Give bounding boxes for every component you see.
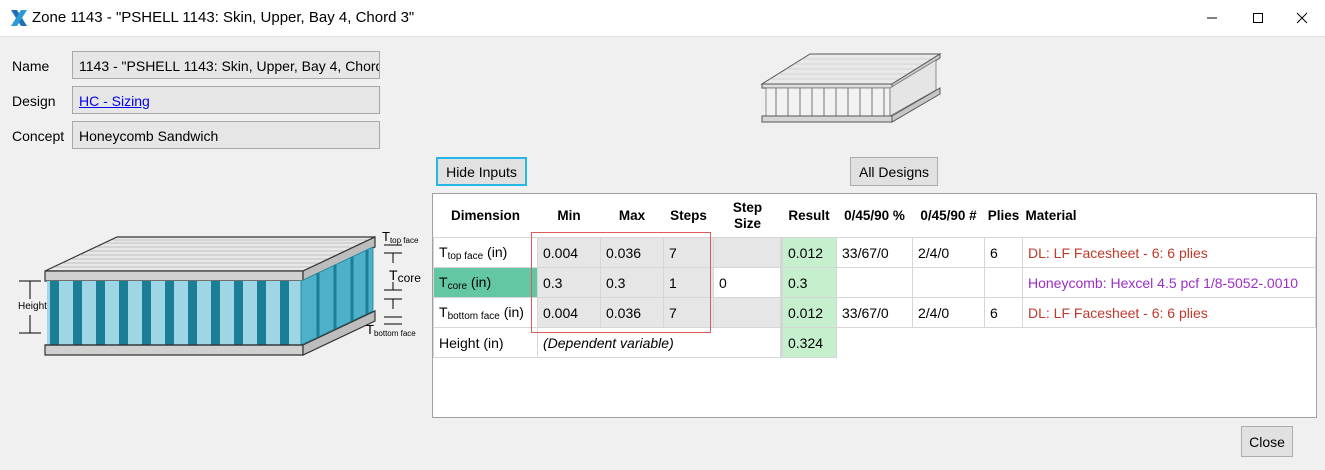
hide-inputs-button[interactable]: Hide Inputs — [436, 157, 527, 186]
count-cell: 2/4/0 — [912, 297, 985, 328]
concept-label: Concept — [12, 128, 65, 144]
table-row: Ttop face (in) 0.004 0.036 7 0.012 33/67… — [433, 237, 1316, 268]
col-material[interactable]: Material — [1023, 194, 1316, 238]
percent-cell: 33/67/0 — [836, 237, 913, 268]
dimension-table: Dimension Min Max Steps Step Size Result … — [433, 194, 1316, 358]
percent-cell — [836, 267, 913, 298]
step-size-line1: Step — [732, 199, 763, 215]
t-letter: T — [382, 229, 390, 244]
design-field: HC - Sizing — [72, 86, 380, 114]
col-count[interactable]: 0/45/90 # — [913, 194, 985, 238]
honeycomb-sandwich-diagram — [19, 236, 402, 356]
step-size-cell[interactable] — [713, 297, 783, 328]
max-cell[interactable]: 0.036 — [600, 237, 664, 268]
height-label-cell: Height (in) — [433, 327, 538, 358]
plies-cell: 6 — [984, 237, 1023, 268]
name-label: Name — [12, 58, 50, 74]
close-window-button[interactable] — [1279, 0, 1325, 36]
material-cell[interactable]: DL: LF Facesheet - 6: 6 plies — [1022, 237, 1316, 268]
table-header-row: Dimension Min Max Steps Step Size Result … — [434, 194, 1316, 238]
height-dimension-label: Height — [18, 301, 47, 312]
minimize-icon — [1207, 17, 1217, 19]
steps-cell[interactable]: 7 — [663, 297, 714, 328]
design-label: Design — [12, 93, 56, 109]
result-cell: 0.012 — [781, 237, 837, 268]
result-cell: 0.3 — [781, 267, 837, 298]
col-max[interactable]: Max — [601, 194, 664, 238]
empty-cell — [837, 328, 1316, 358]
t-letter: T — [389, 267, 398, 283]
all-designs-button[interactable]: All Designs — [850, 157, 938, 186]
height-result-cell: 0.324 — [781, 327, 837, 358]
close-button[interactable]: Close — [1241, 426, 1293, 457]
dimension-cell[interactable]: Tbottom face (in) — [433, 297, 538, 328]
dimension-unit: (in) — [483, 243, 508, 260]
height-row: Height (in) (Dependent variable) 0.324 — [433, 327, 1316, 358]
sandwich-panel-thumbnail — [760, 53, 942, 123]
dimension-subscript: bottom face — [447, 310, 500, 322]
concept-field[interactable]: Honeycomb Sandwich — [72, 121, 380, 149]
count-cell: 2/4/0 — [912, 237, 985, 268]
t-top-face-label: Ttop face — [382, 229, 418, 245]
maximize-button[interactable] — [1235, 0, 1281, 36]
material-cell[interactable]: DL: LF Facesheet - 6: 6 plies — [1022, 297, 1316, 328]
title-bar: Zone 1143 - "PSHELL 1143: Skin, Upper, B… — [0, 0, 1325, 37]
col-percent[interactable]: 0/45/90 % — [837, 194, 913, 238]
step-size-cell[interactable]: 0 — [713, 267, 783, 298]
col-step-size[interactable]: Step Size — [714, 194, 782, 238]
t-bottom-face-label: Tbottom face — [366, 322, 416, 338]
minimize-button[interactable] — [1189, 0, 1235, 36]
dependent-variable-cell: (Dependent variable) — [537, 327, 783, 358]
t-letter: T — [366, 322, 374, 337]
t-core-label: Tcore — [389, 267, 421, 285]
dimension-cell[interactable]: Ttop face (in) — [433, 237, 538, 268]
dimension-subscript: top face — [447, 250, 484, 262]
table-row: Tcore (in) 0.3 0.3 1 0 0.3 Honeycomb: He… — [433, 267, 1316, 298]
bottom-face-subscript: bottom face — [373, 329, 416, 338]
count-cell — [912, 267, 985, 298]
material-cell[interactable]: Honeycomb: Hexcel 4.5 pcf 1/8-5052-.0010 — [1022, 267, 1316, 298]
max-cell[interactable]: 0.036 — [600, 297, 664, 328]
col-min[interactable]: Min — [538, 194, 601, 238]
max-cell[interactable]: 0.3 — [600, 267, 664, 298]
x-logo-icon — [11, 10, 27, 26]
step-size-line2: Size — [733, 215, 761, 231]
percent-cell: 33/67/0 — [836, 297, 913, 328]
dimension-grid: Dimension Min Max Steps Step Size Result … — [432, 193, 1317, 418]
steps-cell[interactable]: 1 — [663, 267, 714, 298]
t-letter: T — [439, 303, 448, 320]
design-link[interactable]: HC - Sizing — [79, 93, 150, 109]
dimension-unit: (in) — [467, 273, 492, 290]
step-size-cell[interactable] — [713, 237, 783, 268]
t-letter: T — [439, 273, 448, 290]
core-subscript: core — [397, 271, 421, 285]
dimension-cell[interactable]: Tcore (in) — [433, 267, 538, 298]
name-field[interactable]: 1143 - "PSHELL 1143: Skin, Upper, Bay 4,… — [72, 51, 380, 79]
col-dimension[interactable]: Dimension — [434, 194, 538, 238]
top-face-subscript: top face — [389, 236, 419, 245]
min-cell[interactable]: 0.004 — [537, 237, 601, 268]
col-steps[interactable]: Steps — [664, 194, 714, 238]
dimension-unit: (in) — [499, 303, 524, 320]
t-letter: T — [439, 243, 448, 260]
plies-cell: 6 — [984, 297, 1023, 328]
plies-cell — [984, 267, 1023, 298]
table-row: Tbottom face (in) 0.004 0.036 7 0.012 33… — [433, 297, 1316, 328]
steps-cell[interactable]: 7 — [663, 237, 714, 268]
close-icon — [1296, 12, 1308, 24]
col-plies[interactable]: Plies — [985, 194, 1023, 238]
dimension-subscript: core — [447, 280, 468, 292]
col-result[interactable]: Result — [782, 194, 837, 238]
result-cell: 0.012 — [781, 297, 837, 328]
min-cell[interactable]: 0.004 — [537, 297, 601, 328]
window-title: Zone 1143 - "PSHELL 1143: Skin, Upper, B… — [32, 9, 415, 26]
maximize-icon — [1253, 13, 1263, 23]
min-cell[interactable]: 0.3 — [537, 267, 601, 298]
